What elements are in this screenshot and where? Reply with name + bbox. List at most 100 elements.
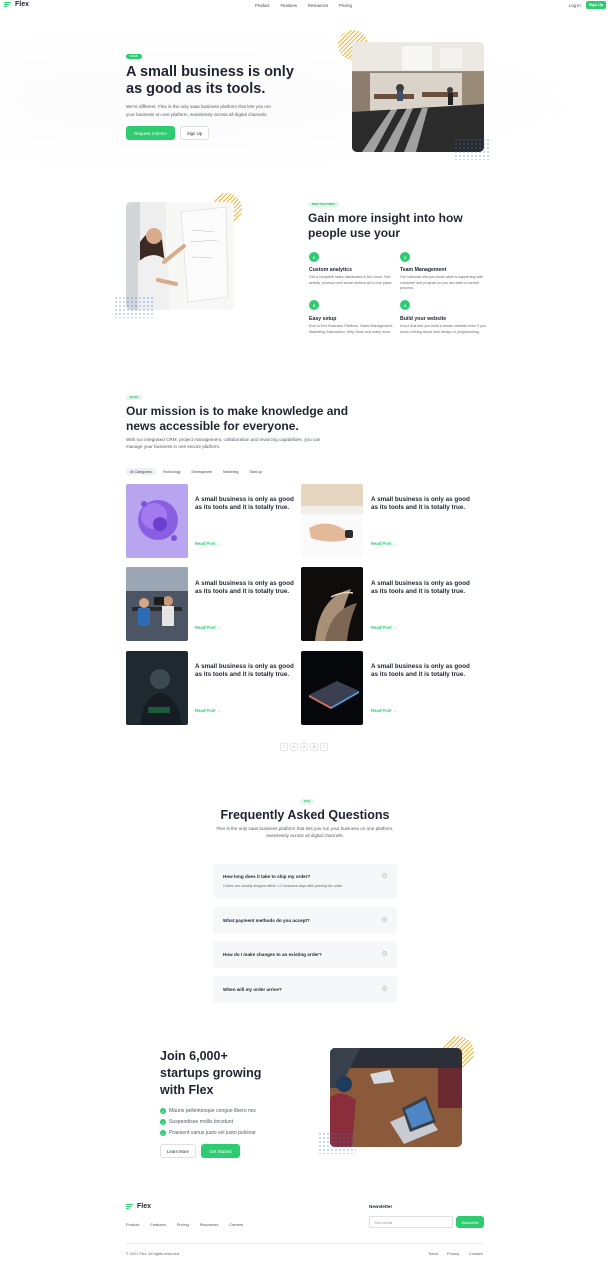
check-icon: ✓	[160, 1119, 166, 1125]
post-image[interactable]	[301, 567, 363, 641]
hero-title-line1: A small business is only	[126, 64, 294, 80]
decorative-dots	[318, 1132, 356, 1154]
feature-title: Team Management	[400, 267, 447, 273]
pagination-page[interactable]: 3	[310, 743, 318, 751]
newsletter-title: Newsletter	[369, 1204, 393, 1209]
expand-icon[interactable]: +	[382, 951, 387, 956]
post-title: A small business is only as good as its t…	[195, 496, 294, 511]
feature-title: Custom analytics	[309, 267, 352, 273]
footer-logo[interactable]: Flex	[126, 1203, 151, 1210]
office-photo	[352, 42, 484, 152]
join-title-line3: with Flex	[160, 1083, 214, 1097]
post-image[interactable]	[126, 484, 188, 558]
newsletter-email-input[interactable]: Your email	[369, 1216, 453, 1228]
hero-text-line2: your business on one platform, seamlessl…	[126, 112, 268, 117]
pagination-page[interactable]: 1	[290, 743, 298, 751]
footer-link-cookies[interactable]: Cookies	[469, 1252, 483, 1256]
get-started-button[interactable]: Get Started	[201, 1144, 240, 1158]
faq-title: Frequently Asked Questions	[220, 808, 390, 822]
faq-question: When will my order arrive?	[223, 987, 282, 992]
read-post-link[interactable]: Read Post →	[371, 708, 397, 713]
faq-badge: FAQ	[300, 799, 314, 804]
mission-text-line2: manage your business in one secure platf…	[126, 444, 221, 449]
expand-icon[interactable]: +	[382, 917, 387, 922]
insight-badge: NEW FEATURES	[308, 202, 339, 207]
faq-question: What payment methods do you accept?	[223, 918, 310, 923]
faq-answer: Orders are usually shipped within 1-2 bu…	[223, 884, 343, 888]
subscribe-button[interactable]: Subscribe	[456, 1216, 484, 1228]
faq-item[interactable]: How do I make changes to an existing ord…	[213, 941, 397, 968]
hero-section	[0, 20, 610, 180]
mission-text-line1: With our integrated CRM, project managem…	[126, 437, 321, 442]
nav-link-pricing[interactable]: Pricing	[339, 3, 352, 8]
hero-badge: SAAS	[126, 54, 143, 59]
copyright-text: © 2021 Flex. All rights reserved.	[126, 1252, 180, 1256]
nav-link-product[interactable]: Product	[255, 3, 269, 8]
nav-links: Product Features Resources Pricing	[255, 3, 352, 8]
feature-title: Easy setup	[309, 316, 337, 322]
feature-number-badge: 2	[400, 252, 410, 262]
post-image[interactable]	[301, 484, 363, 558]
check-icon: ✓	[160, 1108, 166, 1114]
feature-text: End to End Business Platform, Sales Mana…	[309, 324, 393, 334]
footer-link-resources[interactable]: Resources	[200, 1222, 219, 1227]
feature-title: Build your website	[400, 316, 447, 322]
nav-link-resources[interactable]: Resources	[308, 3, 328, 8]
tab-start-up[interactable]: Start-up	[246, 468, 266, 475]
join-title-line1: Join 6,000+	[160, 1049, 228, 1063]
tab-all-categories[interactable]: All Categories	[126, 468, 156, 475]
check-icon: ✓	[160, 1130, 166, 1136]
read-post-link[interactable]: Read Post →	[195, 625, 221, 630]
faq-item[interactable]: How long does it take to ship my order? …	[213, 864, 397, 898]
pagination-next[interactable]: ›	[320, 743, 328, 751]
faq-item[interactable]: What payment methods do you accept? +	[213, 907, 397, 934]
brand-logo[interactable]: Flex	[4, 1, 29, 8]
post-title: A small business is only as good as its t…	[371, 496, 470, 511]
tab-technology[interactable]: Technology	[159, 468, 185, 475]
nav-signup-button[interactable]: Sign Up	[586, 1, 606, 9]
footer-link-product[interactable]: Product	[126, 1222, 139, 1227]
presenter-photo	[126, 202, 234, 310]
post-image[interactable]	[301, 651, 363, 725]
expand-icon[interactable]: +	[382, 986, 387, 991]
hero-signup-button[interactable]: Sign Up	[180, 126, 209, 140]
footer-divider	[126, 1243, 484, 1244]
brand-name: Flex	[15, 1, 30, 8]
feature-text: Our calendar lets you know what is happe…	[400, 275, 484, 291]
pagination-page[interactable]: 2	[300, 743, 308, 751]
footer-link-features[interactable]: Features	[150, 1222, 165, 1227]
flex-logo-icon	[126, 1203, 134, 1210]
footer-links: Product Features Pricing Resources Caree…	[126, 1222, 243, 1227]
login-link[interactable]: Log In	[569, 3, 581, 8]
read-post-link[interactable]: Read Post →	[195, 708, 221, 713]
join-title-line2: startups growing	[160, 1066, 262, 1080]
benefit-text: Mauris pellentesque congue libero nec	[169, 1108, 257, 1114]
request-demo-button[interactable]: Request a Demo	[126, 126, 175, 140]
faq-item[interactable]: When will my order arrive? +	[213, 976, 397, 1003]
benefit-text: Praesent varius justo vel justo pulvinar	[169, 1130, 256, 1136]
pagination-prev[interactable]: ‹	[280, 743, 288, 751]
collapse-icon[interactable]: −	[382, 873, 387, 878]
tab-development[interactable]: Development	[188, 468, 217, 475]
insight-title-line1: Gain more insight into how	[308, 211, 463, 225]
read-post-link[interactable]: Read Post →	[371, 541, 397, 546]
footer-link-terms[interactable]: Terms	[428, 1252, 438, 1256]
insight-title-line2: people use your	[308, 226, 401, 240]
mission-title-line1: Our mission is to make knowledge and	[126, 404, 349, 418]
post-image[interactable]	[126, 651, 188, 725]
feature-number-badge: 1	[309, 252, 319, 262]
footer-link-pricing[interactable]: Pricing	[177, 1222, 189, 1227]
faq-text-line1: Flex is the only saas business platform …	[216, 826, 394, 831]
read-post-link[interactable]: Read Post →	[371, 625, 397, 630]
feature-text: Get a complete sales dashboard in the cl…	[309, 275, 393, 285]
post-image[interactable]	[126, 567, 188, 641]
post-title: A small business is only as good as its t…	[371, 663, 470, 678]
hero-title-line2: as good as its tools.	[126, 81, 266, 97]
footer-link-privacy[interactable]: Privacy	[447, 1252, 459, 1256]
learn-more-button[interactable]: Learn More	[160, 1144, 196, 1158]
decorative-dots	[454, 138, 490, 160]
footer-link-careers[interactable]: Careers	[229, 1222, 243, 1227]
tab-marketing[interactable]: Marketing	[219, 468, 242, 475]
read-post-link[interactable]: Read Post →	[195, 541, 221, 546]
nav-link-features[interactable]: Features	[280, 3, 297, 8]
